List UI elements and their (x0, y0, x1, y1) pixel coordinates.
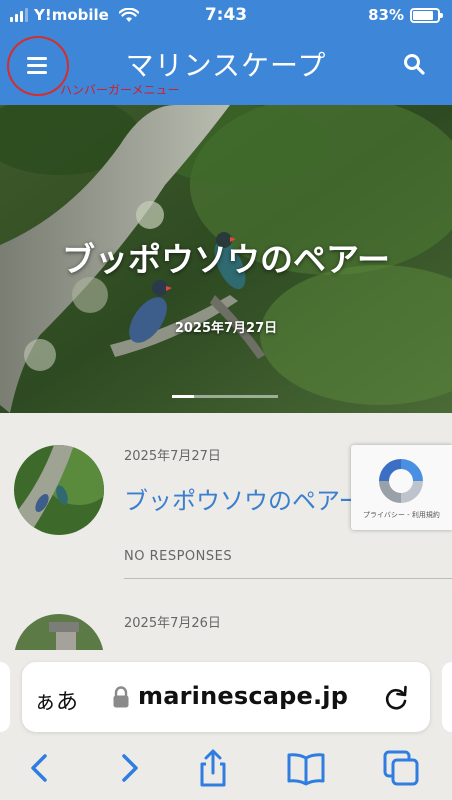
hero-title[interactable]: ブッポウソウのペアー (0, 233, 452, 281)
recaptcha-badge[interactable]: プライバシー - 利用規約 (351, 445, 452, 530)
slider-indicator[interactable] (172, 395, 278, 398)
recaptcha-logo (379, 459, 423, 503)
next-tab-edge[interactable] (442, 662, 452, 732)
post-divider (124, 578, 452, 579)
post-date: 2025年7月27日 (124, 449, 221, 464)
post-title-link[interactable]: ブッポウソウのペアー (124, 481, 363, 516)
post-date: 2025年7月26日 (124, 616, 221, 631)
post-responses[interactable]: NO RESPONSES (124, 549, 232, 564)
recaptcha-privacy-terms[interactable]: プライバシー - 利用規約 (363, 510, 440, 520)
battery-percent: 83% (368, 6, 404, 24)
site-header: ハンバーガーメニュー マリンスケープ (0, 30, 452, 105)
bookmarks-icon[interactable] (286, 748, 326, 788)
browser-toolbar: ぁあ marinescape.jp (0, 650, 452, 800)
tabs-icon[interactable] (381, 748, 421, 788)
lock-icon (113, 686, 129, 708)
search-icon[interactable] (402, 52, 426, 76)
share-icon[interactable] (193, 748, 233, 788)
hero-slider[interactable]: ブッポウソウのペアー 2025年7月27日 (0, 105, 452, 413)
battery-icon (410, 7, 443, 23)
url-text[interactable]: marinescape.jp (138, 682, 348, 710)
site-title[interactable]: マリンスケープ (0, 44, 452, 84)
status-bar: Y!mobile 7:43 83% (0, 0, 452, 30)
browser-nav-tools (0, 748, 452, 792)
hero-date: 2025年7月27日 (174, 321, 278, 336)
slider-indicator-active (172, 395, 194, 398)
previous-tab-edge[interactable] (0, 662, 10, 732)
reload-icon[interactable] (382, 684, 410, 712)
back-arrow-icon[interactable] (21, 748, 61, 788)
forward-arrow-icon[interactable] (108, 748, 148, 788)
post-thumbnail[interactable] (14, 445, 104, 535)
address-bar[interactable]: ぁあ marinescape.jp (22, 662, 430, 732)
reader-options-button[interactable]: ぁあ (34, 684, 78, 716)
